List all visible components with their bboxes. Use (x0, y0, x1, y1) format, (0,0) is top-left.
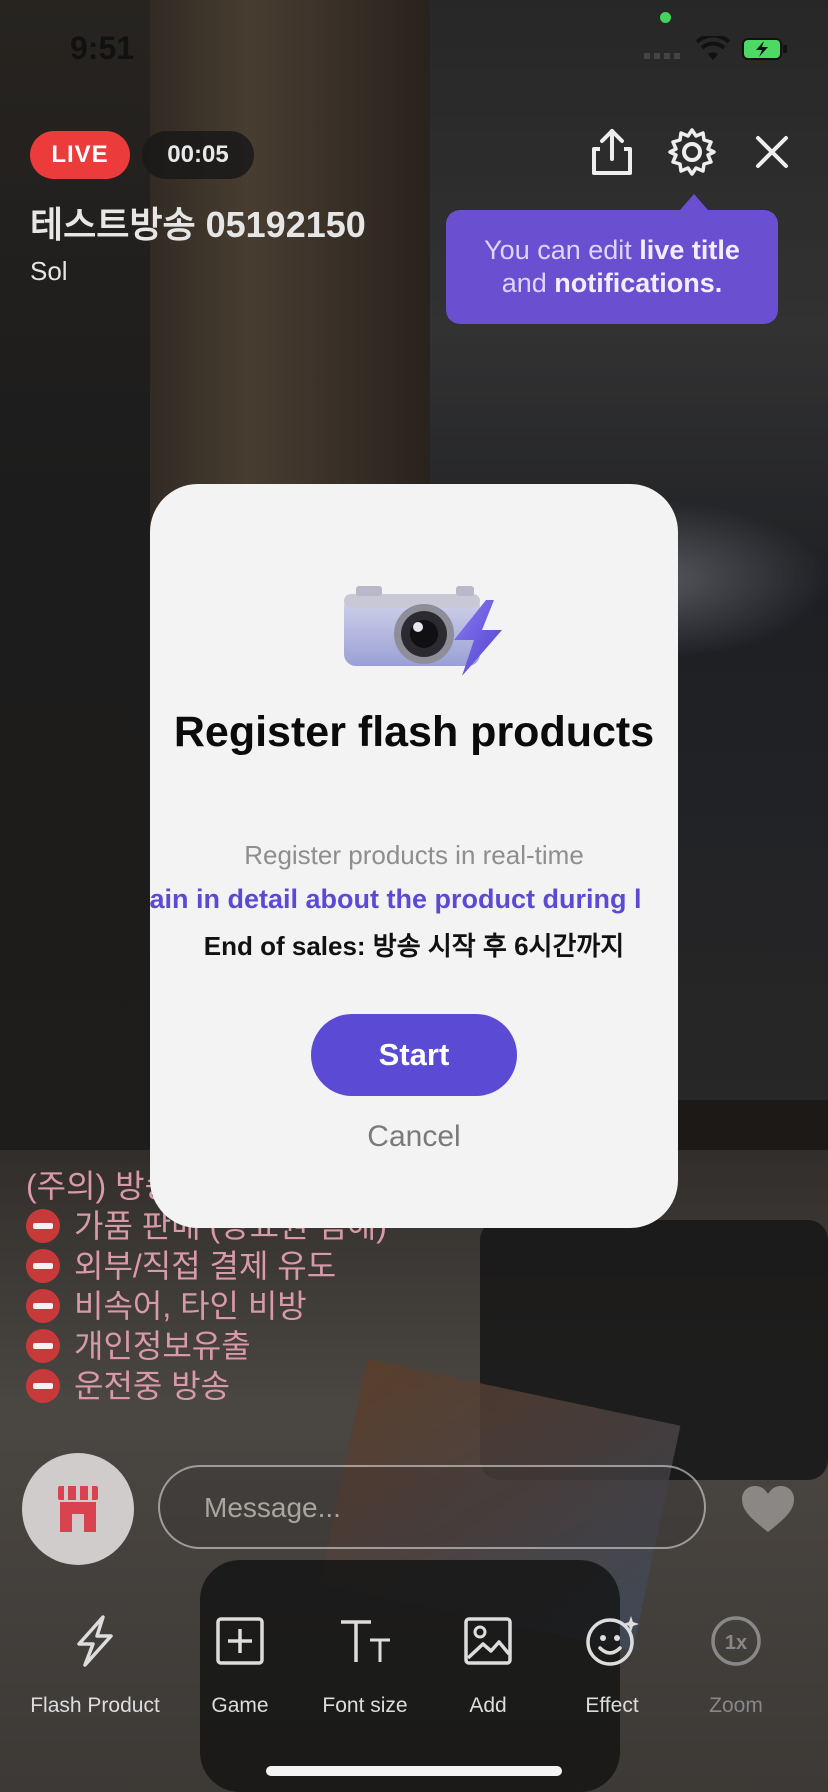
zoom-label: Zoom (709, 1694, 763, 1717)
close-icon (756, 136, 788, 168)
notice-item: 외부/직접 결제 유도 (26, 1246, 581, 1286)
tooltip-bold-2: notifications. (554, 268, 723, 298)
font-size-icon (341, 1620, 390, 1662)
end-of-sales-text: End of sales: 방송 시작 후 6시간까지 (203, 931, 625, 961)
live-title: 테스트방송 05192150 (30, 204, 366, 245)
message-input[interactable] (160, 1467, 750, 1549)
modal-description: Register products in real-time (244, 840, 584, 870)
battery-icon (742, 38, 787, 60)
modal-marquee-text: lain in detail about the product during … (150, 884, 678, 915)
share-icon (592, 129, 632, 175)
bottom-toolbar: Flash Product Game Font size Add Effect (0, 1610, 828, 1720)
close-button[interactable] (744, 124, 800, 180)
shop-icon (58, 1486, 98, 1532)
broadcast-timer: 00:05 (142, 131, 254, 179)
no-entry-icon (26, 1289, 60, 1323)
tooltip-text-1: You can edit (484, 235, 640, 265)
heart-icon (742, 1486, 794, 1532)
flash-icon (77, 1615, 113, 1667)
smile-icon (586, 1616, 639, 1666)
zoom-tool[interactable]: 1x Zoom (661, 1610, 811, 1718)
like-button[interactable] (740, 1484, 796, 1534)
gear-icon (668, 128, 716, 176)
notice-item: 운전중 방송 (26, 1366, 581, 1406)
live-badge: LIVE (30, 131, 130, 179)
message-field[interactable] (158, 1465, 750, 1549)
tooltip-text-2: and (501, 268, 555, 298)
share-button[interactable] (584, 124, 640, 180)
modal-title: Register flash products (173, 708, 655, 756)
shop-button[interactable] (22, 1453, 134, 1565)
status-time: 9:51 (70, 30, 135, 66)
modal-marquee-span: lain in detail about the product during … (150, 884, 642, 914)
flash-product-tool[interactable]: Flash Product (20, 1610, 170, 1718)
image-icon (464, 1617, 512, 1665)
no-entry-icon (26, 1249, 60, 1283)
no-entry-icon (26, 1209, 60, 1243)
tooltip-bold-1: live title (639, 235, 740, 265)
plus-square-icon (216, 1617, 264, 1665)
svg-text:1x: 1x (725, 1632, 747, 1654)
notice-item: 개인정보유출 (26, 1326, 581, 1366)
no-entry-icon (26, 1329, 60, 1363)
edit-title-tooltip[interactable]: You can edit live title and notification… (446, 210, 778, 324)
settings-button[interactable] (664, 124, 720, 180)
host-name: Sol (30, 256, 68, 286)
flash-product-label: Flash Product (30, 1694, 160, 1717)
wifi-icon (696, 36, 730, 60)
tooltip-arrow (680, 194, 708, 210)
camera-flash-icon (344, 586, 502, 676)
flash-product-modal: Register flash products Register product… (150, 484, 678, 1228)
start-button[interactable]: Start (311, 1014, 517, 1096)
cancel-button[interactable]: Cancel (150, 1120, 678, 1154)
signal-icon (644, 53, 680, 59)
zoom-icon: 1x (711, 1616, 761, 1666)
camera-indicator (660, 12, 671, 23)
status-icons (644, 36, 788, 62)
notice-item: 비속어, 타인 비방 (26, 1286, 581, 1326)
home-indicator[interactable] (266, 1766, 562, 1776)
no-entry-icon (26, 1369, 60, 1403)
